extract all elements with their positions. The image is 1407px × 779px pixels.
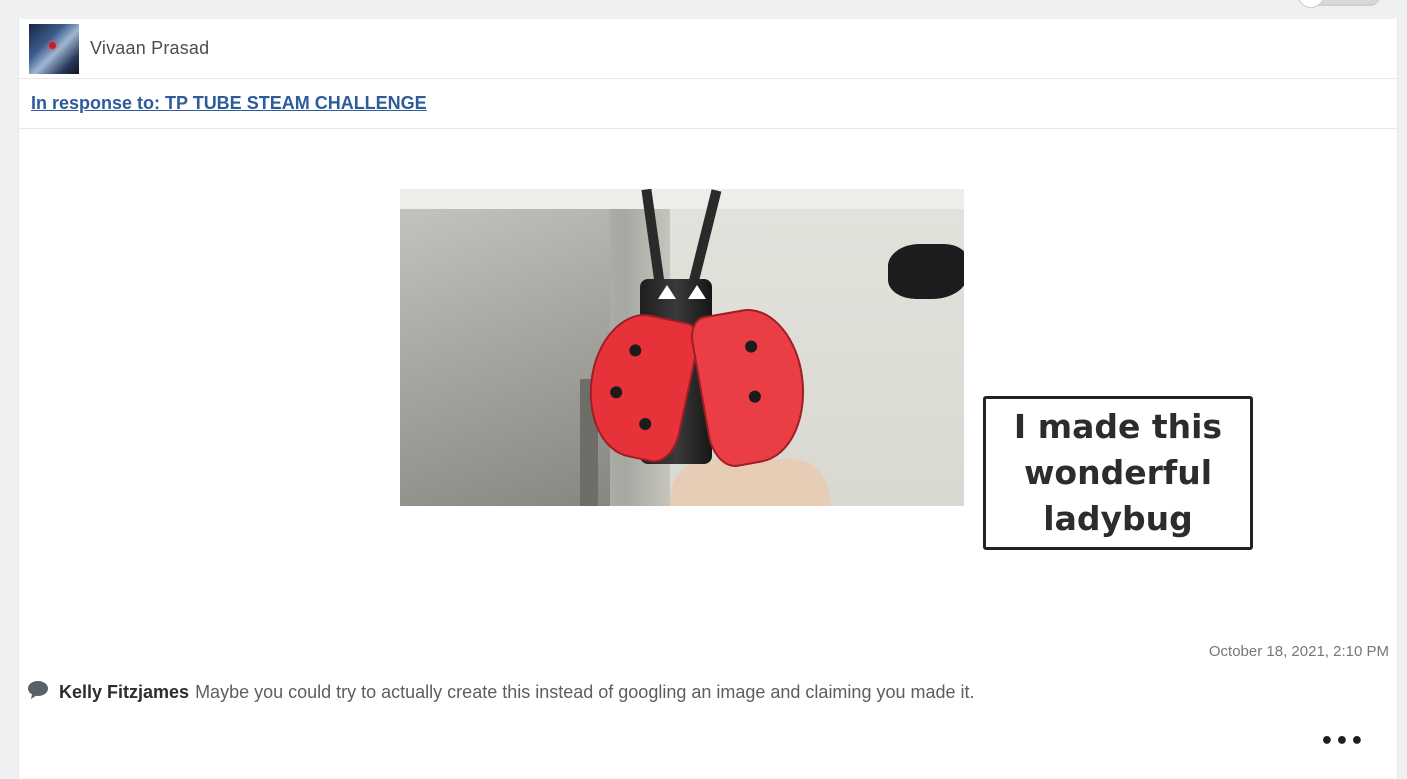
comment-author[interactable]: Kelly Fitzjames bbox=[59, 682, 189, 703]
post-header: Vivaan Prasad bbox=[19, 19, 1397, 79]
photo-hand bbox=[670, 459, 830, 506]
photo-ceiling bbox=[400, 189, 964, 209]
avatar[interactable] bbox=[29, 23, 79, 74]
post-timestamp: October 18, 2021, 2:10 PM bbox=[1208, 643, 1389, 660]
photo-wall-map bbox=[888, 244, 964, 299]
ladybug-spot bbox=[628, 343, 643, 358]
ladybug-spot bbox=[747, 389, 762, 404]
ladybug-spot bbox=[744, 339, 759, 354]
image-caption-text: I made this wonderful ladybug bbox=[1013, 407, 1223, 538]
response-bar: In response to: TP TUBE STEAM CHALLENGE bbox=[19, 79, 1397, 129]
image-caption-box: I made this wonderful ladybug bbox=[983, 396, 1253, 550]
comment-text: Maybe you could try to actually create t… bbox=[195, 681, 975, 702]
photo-wall-left bbox=[400, 189, 610, 506]
more-options-button[interactable]: ••• bbox=[1320, 731, 1365, 753]
response-link[interactable]: In response to: TP TUBE STEAM CHALLENGE bbox=[31, 93, 427, 114]
toggle-switch-knob[interactable] bbox=[1298, 0, 1324, 8]
ladybug-spot bbox=[638, 416, 653, 432]
author-name[interactable]: Vivaan Prasad bbox=[90, 38, 209, 59]
ladybug-photo[interactable] bbox=[400, 189, 964, 506]
comment-bubble-icon bbox=[28, 681, 48, 699]
comment-row: Kelly Fitzjames Maybe you could try to a… bbox=[27, 681, 975, 703]
ladybug-spot bbox=[609, 385, 624, 400]
post-card: Vivaan Prasad In response to: TP TUBE ST… bbox=[18, 19, 1398, 779]
